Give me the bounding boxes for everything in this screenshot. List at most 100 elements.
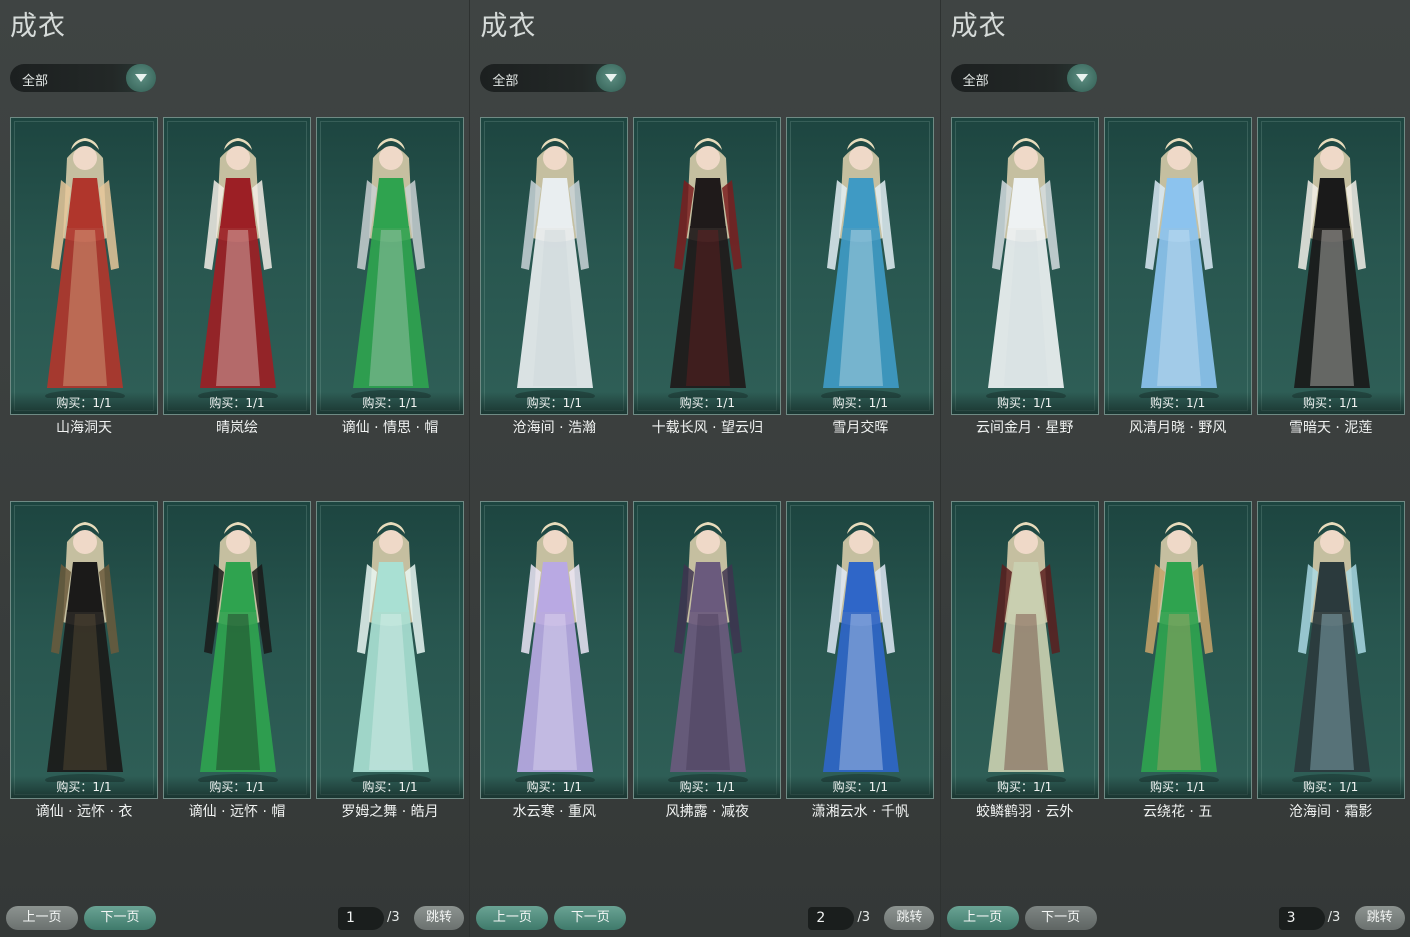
chevron-down-icon[interactable] <box>596 64 627 92</box>
prev-page-button[interactable]: 上一页 <box>6 906 78 930</box>
outfit-thumbnail[interactable]: 购买：1/1 <box>1256 501 1405 799</box>
outfit-card[interactable]: 购买：1/1 云间金月 · 星野 <box>950 117 1099 436</box>
outfit-thumbnail[interactable]: 购买：1/1 <box>10 117 158 415</box>
outfit-thumbnail[interactable]: 购买：1/1 <box>163 501 311 799</box>
page-title: 成衣 <box>480 11 537 42</box>
outfit-card[interactable]: 购买：1/1 罗姆之舞 · 皓月 <box>316 501 464 820</box>
chevron-down-icon[interactable] <box>126 64 156 92</box>
wardrobe-panel-2: 成衣 全部 购买：1/1 沧海间 · 浩瀚 购买：1/1 十载长风 · 望云归 … <box>469 0 940 937</box>
outfit-thumbnail[interactable]: 购买：1/1 <box>786 501 935 799</box>
outfit-card[interactable]: 购买：1/1 水云寒 · 重风 <box>480 501 629 820</box>
purchase-count: 购买：1/1 <box>1104 776 1251 798</box>
outfit-figure-icon <box>45 522 125 782</box>
outfit-card[interactable]: 购买：1/1 云绕花 · 五 <box>1103 501 1252 820</box>
filter-label: 全部 <box>492 74 519 89</box>
outfit-card[interactable]: 购买：1/1 十载长风 · 望云归 <box>633 117 782 436</box>
purchase-count: 购买：1/1 <box>634 776 781 798</box>
outfit-card[interactable]: 购买：1/1 谪仙 · 远怀 · 帽 <box>163 501 311 820</box>
outfit-thumbnail[interactable]: 购买：1/1 <box>1256 117 1405 415</box>
next-page-button[interactable]: 下一页 <box>84 906 156 930</box>
outfit-name: 沧海间 · 霜影 <box>1288 804 1373 820</box>
outfit-thumbnail[interactable]: 购买：1/1 <box>480 117 629 415</box>
category-filter-dropdown[interactable]: 全部 <box>950 64 1097 92</box>
purchase-count: 购买：1/1 <box>634 392 781 414</box>
outfit-name: 水云寒 · 重风 <box>512 804 596 820</box>
outfit-name: 谪仙 · 远怀 · 衣 <box>35 804 133 820</box>
outfit-name: 蛟鳞鹤羽 · 云外 <box>975 804 1074 820</box>
jump-button[interactable]: 跳转 <box>414 906 464 930</box>
outfit-card[interactable]: 购买：1/1 雪暗天 · 泥莲 <box>1256 117 1405 436</box>
outfit-card[interactable]: 购买：1/1 潇湘云水 · 千帆 <box>786 501 935 820</box>
next-page-button[interactable]: 下一页 <box>1024 906 1097 930</box>
outfit-card[interactable]: 购买：1/1 风清月晓 · 野风 <box>1103 117 1252 436</box>
outfit-thumbnail[interactable]: 购买：1/1 <box>480 501 629 799</box>
outfit-name: 云绕花 · 五 <box>1142 804 1213 820</box>
outfit-thumbnail[interactable]: 购买：1/1 <box>786 117 935 415</box>
jump-button[interactable]: 跳转 <box>1354 906 1405 930</box>
jump-button[interactable]: 跳转 <box>884 906 935 930</box>
outfit-thumbnail[interactable]: 购买：1/1 <box>316 117 464 415</box>
outfit-card[interactable]: 购买：1/1 沧海间 · 霜影 <box>1256 501 1405 820</box>
outfit-name: 十载长风 · 望云归 <box>651 420 763 436</box>
outfit-thumbnail[interactable]: 购买：1/1 <box>633 501 782 799</box>
purchase-count: 购买：1/1 <box>11 392 157 414</box>
prev-page-button[interactable]: 上一页 <box>946 906 1019 930</box>
outfit-card[interactable]: 购买：1/1 晴岚绘 <box>163 117 311 436</box>
wardrobe-panel-3: 成衣 全部 购买：1/1 云间金月 · 星野 购买：1/1 风清月晓 · 野风 … <box>939 0 1410 937</box>
outfit-figure-icon <box>198 138 278 398</box>
category-filter-dropdown[interactable]: 全部 <box>480 64 627 92</box>
purchase-count: 购买：1/1 <box>1104 392 1251 414</box>
next-page-button[interactable]: 下一页 <box>554 906 627 930</box>
next-page-label: 下一页 <box>100 910 140 925</box>
jump-label: 跳转 <box>425 910 452 925</box>
jump-label: 跳转 <box>1366 910 1393 925</box>
purchase-count: 购买：1/1 <box>317 392 463 414</box>
page-number-input[interactable]: 3 <box>1278 907 1325 930</box>
outfit-figure-icon <box>1291 138 1372 398</box>
outfit-figure-icon <box>821 138 902 398</box>
outfit-card[interactable]: 购买：1/1 山海洞天 <box>10 117 158 436</box>
wardrobe-page: 成衣 全部 购买：1/1 山海洞天 购买：1/1 晴岚绘 购买：1/1 谪仙 ·… <box>0 0 1410 937</box>
outfit-name: 风拂露 · 减夜 <box>665 804 749 820</box>
outfit-name: 谪仙 · 情思 · 帽 <box>341 420 439 436</box>
next-page-label: 下一页 <box>570 910 610 925</box>
outfit-thumbnail[interactable]: 购买：1/1 <box>163 117 311 415</box>
page-total: /3 <box>387 910 400 925</box>
purchase-count: 购买：1/1 <box>317 776 463 798</box>
outfit-figure-icon <box>985 138 1066 398</box>
purchase-count: 购买：1/1 <box>164 392 310 414</box>
purchase-count: 购买：1/1 <box>951 776 1098 798</box>
outfit-figure-icon <box>821 522 902 782</box>
purchase-count: 购买：1/1 <box>164 776 310 798</box>
outfit-name: 谪仙 · 远怀 · 帽 <box>188 804 286 820</box>
outfit-thumbnail[interactable]: 购买：1/1 <box>633 117 782 415</box>
outfit-card[interactable]: 购买：1/1 雪月交晖 <box>786 117 935 436</box>
outfit-card[interactable]: 购买：1/1 蛟鳞鹤羽 · 云外 <box>950 501 1099 820</box>
outfit-figure-icon <box>515 138 596 398</box>
outfit-thumbnail[interactable]: 购买：1/1 <box>10 501 158 799</box>
prev-page-button[interactable]: 上一页 <box>476 906 549 930</box>
jump-label: 跳转 <box>896 910 923 925</box>
page-number-input[interactable]: 2 <box>808 907 855 930</box>
purchase-count: 购买：1/1 <box>481 776 628 798</box>
category-filter-dropdown[interactable]: 全部 <box>10 64 156 92</box>
chevron-down-icon[interactable] <box>1066 64 1097 92</box>
outfit-card[interactable]: 购买：1/1 谪仙 · 情思 · 帽 <box>316 117 464 436</box>
purchase-count: 购买：1/1 <box>481 392 628 414</box>
page-number-input[interactable]: 1 <box>338 907 384 930</box>
outfit-thumbnail[interactable]: 购买：1/1 <box>950 117 1099 415</box>
outfit-name: 云间金月 · 星野 <box>975 420 1074 436</box>
outfit-figure-icon <box>351 138 431 398</box>
outfit-thumbnail[interactable]: 购买：1/1 <box>1103 501 1252 799</box>
purchase-count: 购买：1/1 <box>1257 392 1404 414</box>
outfit-thumbnail[interactable]: 购买：1/1 <box>950 501 1099 799</box>
outfit-figure-icon <box>985 522 1066 782</box>
outfit-card[interactable]: 购买：1/1 沧海间 · 浩瀚 <box>480 117 629 436</box>
outfit-thumbnail[interactable]: 购买：1/1 <box>1103 117 1252 415</box>
outfit-card[interactable]: 购买：1/1 谪仙 · 远怀 · 衣 <box>10 501 158 820</box>
outfit-card[interactable]: 购买：1/1 风拂露 · 减夜 <box>633 501 782 820</box>
prev-page-label: 上一页 <box>963 910 1003 925</box>
outfit-thumbnail[interactable]: 购买：1/1 <box>316 501 464 799</box>
filter-label: 全部 <box>22 74 49 89</box>
outfit-figure-icon <box>668 522 749 782</box>
